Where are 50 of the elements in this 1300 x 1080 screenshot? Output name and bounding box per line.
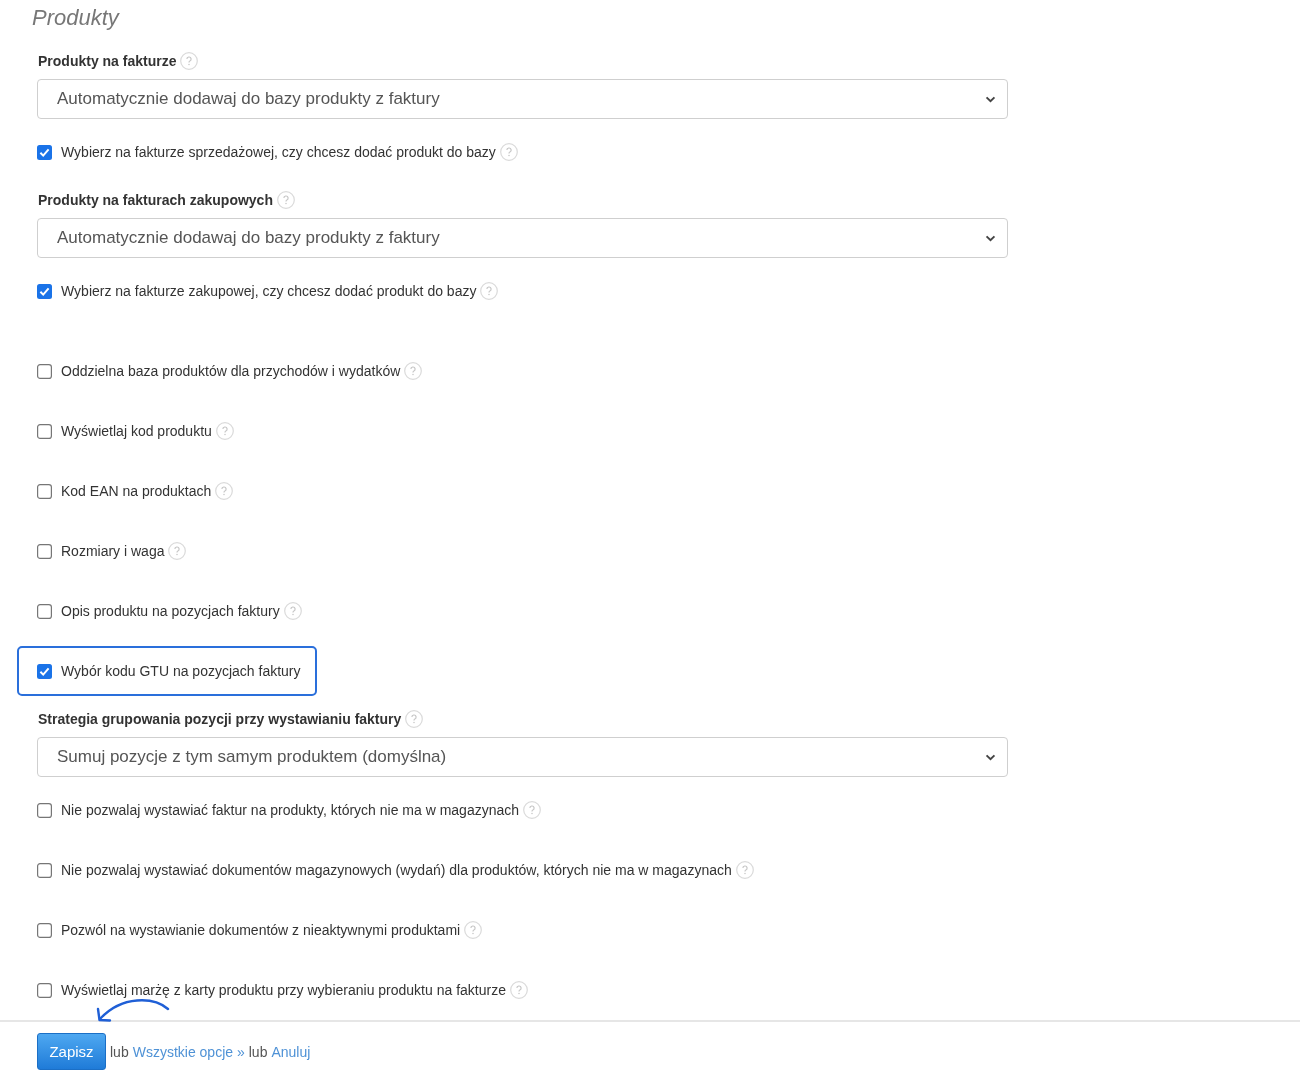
- checkbox-label: Wybierz na fakturze sprzedażowej, czy chcesz dodać produkt do bazy: [61, 144, 496, 160]
- chevron-down-icon: [985, 753, 996, 761]
- help-icon[interactable]: [499, 143, 518, 161]
- checkbox-label: Opis produktu na pozycjach faktury: [61, 603, 280, 619]
- checkbox[interactable]: [37, 363, 52, 379]
- help-icon[interactable]: [283, 602, 302, 620]
- checkbox-label: Wybór kodu GTU na pozycjach faktury: [61, 663, 301, 679]
- checkbox-label: Nie pozwalaj wystawiać dokumentów magazynowych (wydań) dla produktów, których nie ma w magazynach: [61, 862, 732, 878]
- help-icon[interactable]: [464, 921, 483, 939]
- section-title: Produkty: [32, 4, 119, 31]
- checkbox[interactable]: [37, 283, 52, 299]
- help-icon[interactable]: [215, 482, 234, 500]
- help-icon[interactable]: [509, 981, 528, 999]
- separator-text: lub: [248, 1043, 268, 1060]
- checkbox[interactable]: [37, 144, 52, 160]
- checkbox[interactable]: [37, 483, 52, 499]
- field-label: Strategia grupowania pozycji przy wystawianiu faktury: [38, 711, 402, 727]
- checkbox[interactable]: [37, 423, 52, 439]
- checkbox[interactable]: [37, 603, 52, 619]
- checkbox-label: Kod EAN na produktach: [61, 483, 212, 499]
- separator-text: lub: [110, 1043, 129, 1060]
- checkbox[interactable]: [37, 862, 52, 878]
- checkbox[interactable]: [37, 922, 52, 938]
- dropdown[interactable]: Automatycznie dodawaj do bazy produkty z faktury: [37, 218, 1008, 258]
- checkbox-label: Nie pozwalaj wystawiać faktur na produkty, których nie ma w magazynach: [61, 802, 520, 818]
- help-icon[interactable]: [523, 801, 542, 819]
- checkbox-label: Oddzielna baza produktów dla przychodów i wydatków: [61, 363, 401, 379]
- checkbox-label: Wyświetlaj marżę z karty produktu przy wybieraniu produktu na fakturze: [61, 982, 506, 998]
- checkbox[interactable]: [37, 663, 52, 679]
- field-label: Produkty na fakturach zakupowych: [38, 192, 273, 208]
- help-icon[interactable]: [276, 191, 295, 209]
- checkbox-label: Pozwól na wystawianie dokumentów z nieaktywnymi produktami: [61, 922, 461, 938]
- chevron-down-icon: [985, 234, 996, 242]
- help-icon[interactable]: [180, 52, 199, 70]
- checkbox-label: Wybierz na fakturze zakupowej, czy chcesz dodać produkt do bazy: [61, 283, 477, 299]
- help-icon[interactable]: [215, 422, 234, 440]
- checkbox[interactable]: [37, 802, 52, 818]
- help-icon[interactable]: [168, 542, 187, 560]
- dropdown[interactable]: Automatycznie dodawaj do bazy produkty z faktury: [37, 79, 1008, 119]
- help-icon[interactable]: [404, 362, 423, 380]
- help-icon[interactable]: [735, 861, 754, 879]
- checkbox-label: Rozmiary i waga: [61, 543, 165, 559]
- checkbox[interactable]: [37, 543, 52, 559]
- help-icon[interactable]: [480, 282, 499, 300]
- field-label: Produkty na fakturze: [38, 53, 177, 69]
- checkbox-label: Wyświetlaj kod produktu: [61, 423, 212, 439]
- chevron-down-icon: [985, 95, 996, 103]
- help-icon[interactable]: [405, 710, 424, 728]
- dropdown[interactable]: Sumuj pozycje z tym samym produktem (domyślna): [37, 737, 1008, 777]
- checkbox[interactable]: [37, 982, 52, 998]
